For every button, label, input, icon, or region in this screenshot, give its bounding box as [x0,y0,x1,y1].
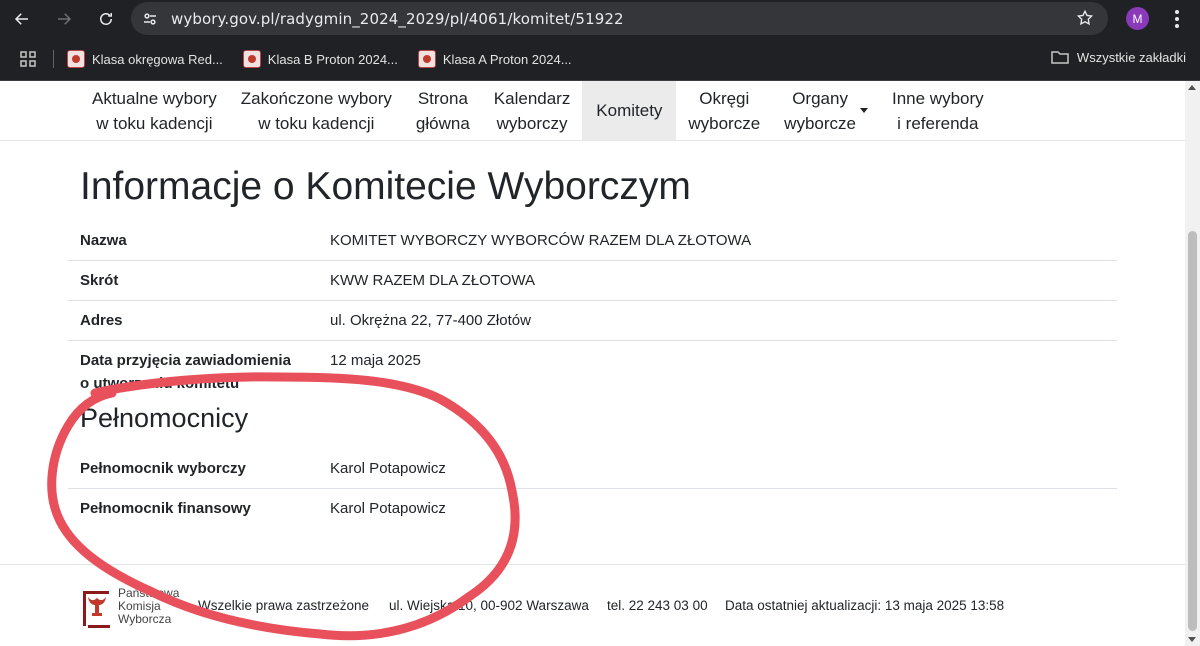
page-footer: Państwowa Komisja Wyborcza Wszelkie praw… [0,564,1185,646]
row-value: KWW RAZEM DLA ZŁOTOWA [330,272,536,289]
nav-aktualne-wybory[interactable]: Aktualne wybory w toku kadencji [80,81,229,140]
browser-toolbar: wybory.gov.pl/radygmin_2024_2029/pl/4061… [0,0,1200,38]
pkw-logo[interactable]: Państwowa Komisja Wyborcza [82,587,192,631]
bookmarks-bar: Klasa okręgowa Red... Klasa B Proton 202… [0,38,1200,81]
bookmark-label: Klasa A Proton 2024... [442,51,572,67]
nav-label: główna [415,113,470,133]
proxies-table: Pełnomocnik wyborczy Karol Potapowicz Pe… [68,449,1117,528]
nav-label: Strona [417,88,468,108]
folder-icon [1051,51,1069,64]
menu-kebab-icon[interactable] [1168,9,1186,29]
row-label: Nazwa [80,232,127,249]
bookmarks-separator [53,50,54,68]
logo-line: Wyborcza [118,612,172,626]
scroll-down-arrow-icon[interactable] [1188,637,1196,642]
nav-kalendarz-wyborczy[interactable]: Kalendarz wyborczy [482,81,583,140]
all-bookmarks-label: Wszystkie zakładki [1076,49,1186,65]
nav-label: wyborcze [688,113,761,133]
table-row: Skrót KWW RAZEM DLA ZŁOTOWA [68,261,1117,301]
bookmark-favicon-icon [417,50,436,68]
nav-inne-wybory[interactable]: Inne wybory i referenda [880,81,996,140]
nav-label: Inne wybory [891,88,984,108]
footer-rights: Wszelkie prawa zastrzeżone [198,598,370,613]
table-row: Pełnomocnik wyborczy Karol Potapowicz [68,449,1117,489]
nav-label: w toku kadencji [96,113,213,133]
url-text[interactable]: wybory.gov.pl/radygmin_2024_2029/pl/4061… [171,10,624,28]
address-bar[interactable]: wybory.gov.pl/radygmin_2024_2029/pl/4061… [131,2,1108,35]
row-value: Karol Potapowicz [330,460,446,477]
nav-label: i referenda [897,113,979,133]
table-row: Pełnomocnik finansowy Karol Potapowicz [68,489,1117,528]
nav-label: wyborczy [496,113,568,133]
table-row: Nazwa KOMITET WYBORCZY WYBORCÓW RAZEM DL… [68,221,1117,261]
dropdown-caret-icon [859,108,868,113]
nav-label: Komitety [596,101,663,120]
bookmark-item[interactable]: Klasa okręgowa Red... [67,50,223,68]
footer-address: ul. Wiejska 10, 00-902 Warszawa [389,598,589,613]
table-row: Adres ul. Okrężna 22, 77-400 Złotów [68,301,1117,341]
row-value: Karol Potapowicz [330,500,446,517]
bookmark-label: Klasa okręgowa Red... [92,51,223,67]
nav-zakonczone-wybory[interactable]: Zakończone wybory w toku kadencji [229,81,404,140]
footer-phone: tel. 22 243 03 00 [607,598,708,613]
nav-label: Organy [792,88,848,108]
pkw-emblem-icon [83,591,110,628]
vertical-scrollbar[interactable] [1185,81,1200,646]
back-arrow-icon[interactable] [10,7,34,31]
row-label: Skrót [80,272,119,289]
bookmark-favicon-icon [67,50,85,68]
row-value: KOMITET WYBORCZY WYBORCÓW RAZEM DLA ZŁOT… [330,232,752,249]
table-row: Data przyjęcia zawiadomienia o utworzeni… [68,341,1117,403]
nav-label: Kalendarz [493,88,571,108]
bookmark-favicon-icon [242,50,261,68]
nav-label: Aktualne wybory [92,88,217,108]
row-value: ul. Okrężna 22, 77-400 Złotów [330,312,531,329]
nav-label: Zakończone wybory [240,88,392,108]
row-label: Pełnomocnik finansowy [80,500,251,517]
site-settings-icon[interactable] [141,10,159,28]
section-title: Pełnomocnicy [80,403,249,433]
main-navigation: Aktualne wybory w toku kadencji Zakończon… [0,81,1185,141]
row-label-line: Data przyjęcia zawiadomienia [80,352,291,369]
footer-updated: Data ostatniej aktualizacji: 13 maja 202… [725,598,1005,613]
nav-label: Okręgi [699,88,750,108]
nav-komitety[interactable]: Komitety [582,81,677,140]
nav-organy-wyborcze[interactable]: Organy wyborcze [772,81,880,140]
nav-label: w toku kadencji [258,113,375,133]
reload-icon[interactable] [94,7,118,31]
page-content: Aktualne wybory w toku kadencji Zakończon… [0,81,1185,646]
forward-arrow-icon[interactable] [52,7,76,31]
page-title: Informacje o Komitecie Wyborczym [80,165,691,208]
scroll-up-arrow-icon[interactable] [1188,85,1196,90]
bookmark-label: Klasa B Proton 2024... [267,51,398,67]
logo-line: Państwowa [118,586,180,600]
profile-avatar[interactable]: M [1126,7,1149,30]
row-value: 12 maja 2025 [330,352,421,369]
row-label: Pełnomocnik wyborczy [80,460,246,477]
row-label-line: o utworzeniu komitetu [80,375,240,392]
nav-label: wyborcze [784,113,856,133]
apps-grid-icon[interactable] [20,51,36,67]
bookmark-star-icon[interactable] [1076,9,1094,27]
logo-line: Komisja [118,599,161,613]
row-label: Data przyjęcia zawiadomienia o utworzeni… [68,341,330,403]
logo-text: Państwowa Komisja Wyborcza [118,587,179,626]
nav-strona-glowna[interactable]: Strona główna [404,81,482,140]
bookmark-item[interactable]: Klasa A Proton 2024... [417,50,572,68]
row-label: Adres [80,312,123,329]
all-bookmarks-button[interactable]: Wszystkie zakładki [1051,49,1186,65]
nav-okregi-wyborcze[interactable]: Okręgi wyborcze [676,81,772,140]
bookmark-item[interactable]: Klasa B Proton 2024... [242,50,398,68]
scrollbar-thumb[interactable] [1188,231,1197,631]
committee-info-table: Nazwa KOMITET WYBORCZY WYBORCÓW RAZEM DL… [68,221,1117,403]
